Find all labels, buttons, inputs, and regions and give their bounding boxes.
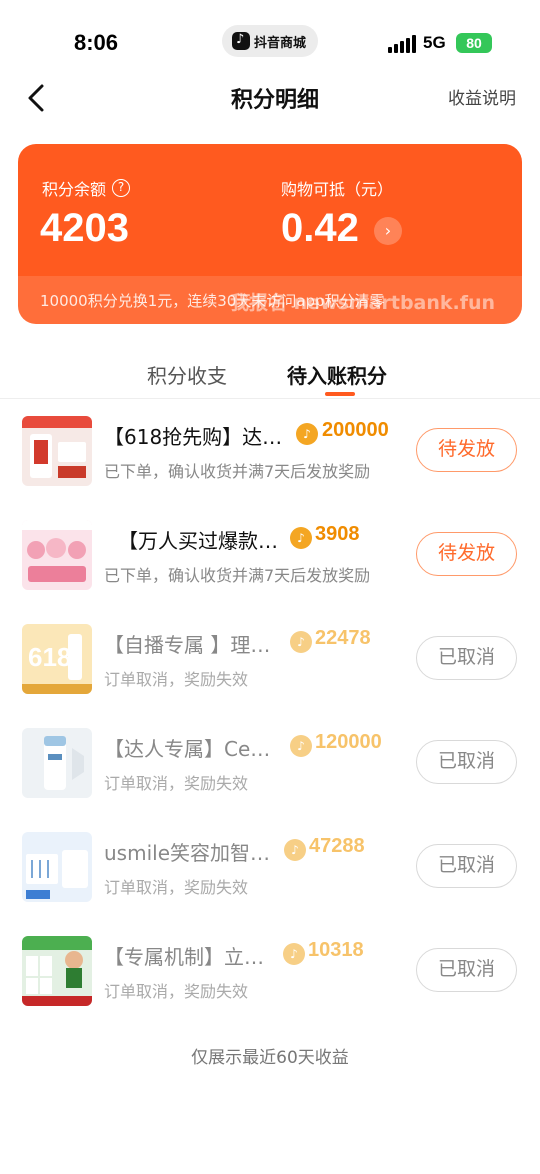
douyin-coin-icon: ♪ bbox=[290, 631, 312, 653]
item-points: 47288 bbox=[309, 835, 365, 857]
item-status-desc: 订单取消，奖励失效 bbox=[104, 982, 249, 1001]
douyin-coin-icon: ♪ bbox=[296, 423, 318, 445]
balance-label-group: 积分余额 ? bbox=[42, 176, 131, 200]
item-title: usmile笑容加智… bbox=[104, 841, 270, 865]
app-indicator[interactable]: 抖音商城 bbox=[222, 25, 318, 57]
item-status-desc: 订单取消，奖励失效 bbox=[104, 878, 249, 897]
tab-points-ledger[interactable]: 积分收支 bbox=[147, 360, 227, 389]
cancelled-status-button[interactable]: 已取消 bbox=[416, 636, 517, 680]
battery-level: 80 bbox=[466, 35, 482, 51]
item-status-desc: 已下单，确认收货并满7天后发放奖励 bbox=[104, 462, 371, 481]
status-bar: 8:06 抖音商城 5G 80 bbox=[0, 0, 540, 80]
item-points: 10318 bbox=[308, 939, 364, 961]
douyin-coin-icon: ♪ bbox=[284, 839, 306, 861]
product-thumbnail bbox=[22, 936, 92, 1006]
product-thumbnail bbox=[22, 728, 92, 798]
item-status-desc: 订单取消，奖励失效 bbox=[104, 774, 249, 793]
signal-icon bbox=[388, 33, 416, 53]
tab-pending-points[interactable]: 待入账积分 bbox=[287, 360, 387, 389]
help-icon[interactable]: ? bbox=[112, 179, 131, 197]
tab-bar: 积分收支 待入账积分 bbox=[0, 352, 540, 402]
svg-text:618: 618 bbox=[28, 642, 71, 672]
points-summary-card: 积分余额 ? 购物可抵（元） 4203 0.42 › 10000积分兑换1元，连… bbox=[18, 144, 522, 324]
item-title: 【万人买过爆款… bbox=[118, 529, 278, 553]
battery-icon: 80 bbox=[456, 33, 492, 53]
item-title: 【专属机制】立… bbox=[104, 945, 264, 969]
list-item[interactable]: usmile笑容加智… ♪ 47288 订单取消，奖励失效 已取消 bbox=[0, 832, 540, 936]
watermark-text: 我报名 newsmartbank.fun bbox=[230, 292, 496, 314]
item-points: 120000 bbox=[315, 731, 382, 753]
nav-bar: 积分明细 收益说明 bbox=[0, 70, 540, 124]
item-title: 【618抢先购】达… bbox=[104, 425, 283, 449]
douyin-coin-icon: ♪ bbox=[290, 735, 312, 757]
list-item[interactable]: 618 【自播专属 】理… ♪ 22478 订单取消，奖励失效 已取消 bbox=[0, 624, 540, 728]
douyin-logo-icon bbox=[232, 32, 250, 50]
item-points: 200000 bbox=[322, 419, 389, 441]
card-footer: 10000积分兑换1元，连续30天未访问app积分清零 我报名 newsmart… bbox=[18, 276, 522, 324]
product-thumbnail bbox=[22, 520, 92, 590]
status-time: 8:06 bbox=[74, 30, 119, 55]
cancelled-status-button[interactable]: 已取消 bbox=[416, 740, 517, 784]
app-name: 抖音商城 bbox=[254, 35, 307, 51]
list-item[interactable]: 【专属机制】立… ♪ 10318 订单取消，奖励失效 已取消 bbox=[0, 936, 540, 1040]
list-item[interactable]: 【618抢先购】达… ♪ 200000 已下单，确认收货并满7天后发放奖励 待发… bbox=[0, 416, 540, 520]
network-type: 5G bbox=[423, 33, 446, 52]
chevron-right-icon[interactable]: › bbox=[374, 217, 402, 245]
item-title: 【达人专属】Ce… bbox=[104, 737, 271, 761]
item-title: 【自播专属 】理… bbox=[104, 633, 271, 657]
income-explanation-link[interactable]: 收益说明 bbox=[448, 84, 516, 109]
product-thumbnail: 618 bbox=[22, 624, 92, 694]
item-points: 22478 bbox=[315, 627, 371, 649]
deduct-label: 购物可抵（元） bbox=[281, 180, 394, 199]
active-tab-indicator bbox=[325, 392, 355, 396]
cancelled-status-button[interactable]: 已取消 bbox=[416, 948, 517, 992]
list-item[interactable]: 【万人买过爆款… ♪ 3908 已下单，确认收货并满7天后发放奖励 待发放 bbox=[0, 520, 540, 624]
pending-status-button[interactable]: 待发放 bbox=[416, 428, 517, 472]
footer-note: 仅展示最近60天收益 bbox=[191, 1048, 349, 1068]
divider bbox=[0, 398, 540, 399]
product-thumbnail bbox=[22, 416, 92, 486]
item-status-desc: 订单取消，奖励失效 bbox=[104, 670, 249, 689]
douyin-coin-icon: ♪ bbox=[290, 527, 312, 549]
douyin-coin-icon: ♪ bbox=[283, 943, 305, 965]
cancelled-status-button[interactable]: 已取消 bbox=[416, 844, 517, 888]
item-status-desc: 已下单，确认收货并满7天后发放奖励 bbox=[104, 566, 371, 585]
deduct-value: 0.42 bbox=[281, 206, 359, 250]
balance-label: 积分余额 bbox=[42, 180, 107, 199]
list-item[interactable]: 【达人专属】Ce… ♪ 120000 订单取消，奖励失效 已取消 bbox=[0, 728, 540, 832]
balance-value: 4203 bbox=[40, 206, 129, 250]
pending-status-button[interactable]: 待发放 bbox=[416, 532, 517, 576]
item-points: 3908 bbox=[315, 523, 360, 545]
product-thumbnail bbox=[22, 832, 92, 902]
